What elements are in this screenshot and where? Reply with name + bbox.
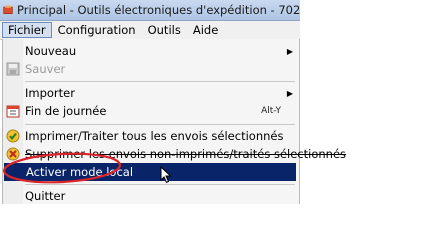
app-icon <box>3 5 13 14</box>
menu-item-label: Sauver <box>25 62 66 76</box>
mouse-cursor-icon <box>160 166 172 184</box>
submenu-arrow-icon: ▶ <box>286 46 293 56</box>
title-bar: Principal - Outils électroniques d'expéd… <box>0 0 300 21</box>
menu-bar: Fichier Configuration Outils Aide <box>0 21 300 40</box>
shortcut-text: Alt-Y <box>261 106 281 116</box>
menu-aide-label: Aide <box>192 23 219 37</box>
menu-fichier-label: Fichier <box>8 23 46 37</box>
menu-item-sauver[interactable]: Sauver <box>3 60 299 78</box>
menu-item-importer[interactable]: Importer ▶ <box>3 84 299 102</box>
save-icon <box>6 62 20 76</box>
menu-item-imprimer-traiter[interactable]: Imprimer/Traiter tous les envois sélecti… <box>3 127 299 145</box>
menu-separator <box>25 124 295 125</box>
menu-item-label: Imprimer/Traiter tous les envois sélecti… <box>25 129 284 143</box>
menu-aide[interactable]: Aide <box>187 22 224 38</box>
menu-item-label: Importer <box>25 86 75 100</box>
menu-configuration[interactable]: Configuration <box>52 22 142 38</box>
menu-outils-label: Outils <box>147 23 181 37</box>
calendar-icon <box>6 105 20 118</box>
menu-item-label: Nouveau <box>25 44 77 58</box>
menu-item-quitter[interactable]: Quitter <box>3 187 299 204</box>
submenu-arrow-icon: ▶ <box>286 88 293 98</box>
menu-item-label: Quitter <box>25 189 66 203</box>
window-title: Principal - Outils électroniques d'expéd… <box>17 3 300 17</box>
menu-item-nouveau[interactable]: Nouveau ▶ <box>3 42 299 60</box>
menu-outils[interactable]: Outils <box>142 22 187 38</box>
print-check-icon <box>6 129 20 143</box>
application-window: Principal - Outils électroniques d'expéd… <box>0 0 425 204</box>
menu-item-label: Fin de journée <box>25 104 107 118</box>
menu-item-fin-de-journee[interactable]: Fin de journée Alt-Y <box>3 102 299 120</box>
annotation-circle <box>2 152 122 184</box>
menu-configuration-label: Configuration <box>57 23 136 37</box>
menu-separator <box>25 81 295 82</box>
menu-fichier[interactable]: Fichier <box>2 22 52 38</box>
